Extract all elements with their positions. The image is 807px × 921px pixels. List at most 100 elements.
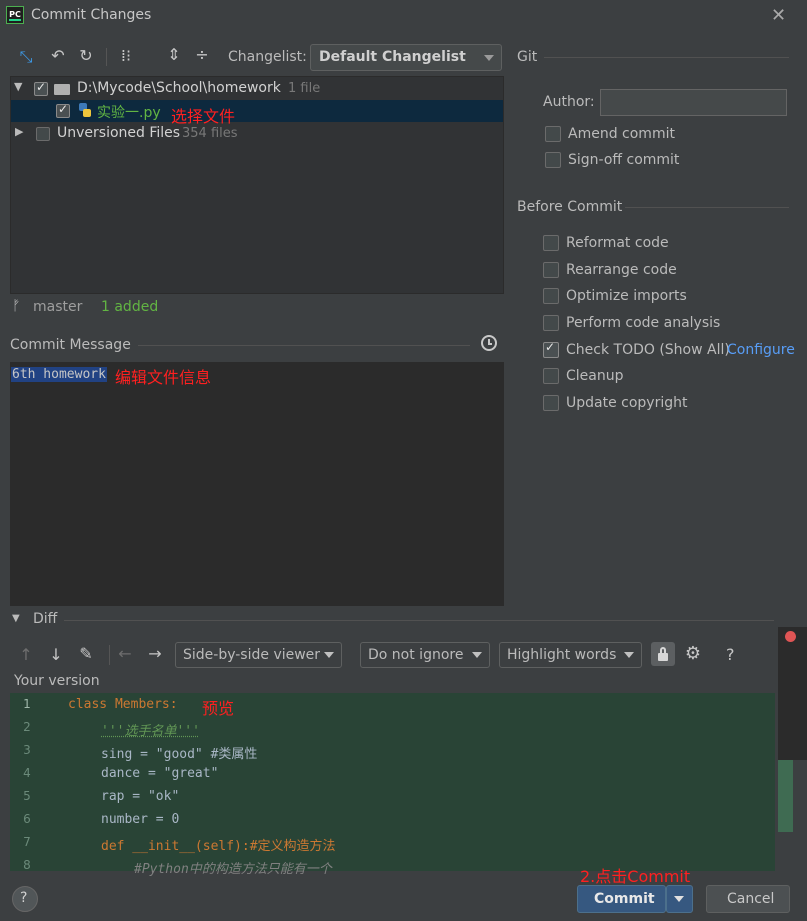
refresh-icon[interactable]: ↻ [76, 46, 96, 65]
viewer-value: Side-by-side viewer [183, 647, 321, 663]
check-todo-option[interactable]: Check TODO (Show All) Configure [542, 340, 802, 362]
chevron-down-icon [472, 652, 482, 658]
sign-off-option[interactable]: Sign-off commit [544, 150, 784, 172]
root-checkbox[interactable] [34, 80, 48, 96]
move-to-changelist-icon[interactable]: ⤡ [16, 47, 36, 67]
cleanup-option[interactable]: Cleanup [542, 366, 797, 388]
optimize-imports-label: Optimize imports [566, 288, 687, 304]
configure-todo-link[interactable]: Configure [727, 342, 795, 358]
code-analysis-label: Perform code analysis [566, 315, 721, 331]
window-title: Commit Changes [31, 7, 152, 23]
rearrange-code-option[interactable]: Rearrange code [542, 260, 797, 282]
commit-message-editor[interactable]: 6th homework 编辑文件信息 [10, 362, 504, 606]
sign-off-label: Sign-off commit [568, 152, 680, 168]
changes-summary: 1 added [101, 299, 159, 315]
collapse-all-icon[interactable]: ÷ [192, 45, 212, 64]
edit-source-icon[interactable]: ✎ [76, 644, 96, 663]
line-number: 1 [23, 697, 31, 711]
sign-off-checkbox[interactable] [545, 152, 561, 168]
forward-icon[interactable]: → [145, 644, 165, 663]
group-by-icon[interactable]: ⁞⁝ [116, 46, 136, 65]
line-number: 5 [23, 789, 31, 803]
line-number: 6 [23, 812, 31, 826]
commit-annotation: 2.点击Commit [580, 867, 691, 886]
cleanup-checkbox[interactable] [543, 368, 559, 384]
back-icon[interactable]: ← [115, 644, 135, 663]
diff-error-stripe[interactable] [778, 627, 807, 760]
lock-icon[interactable] [651, 642, 675, 666]
diff-help-icon[interactable]: ? [726, 645, 735, 664]
commit-label: Commit [594, 891, 655, 907]
check-todo-label: Check TODO (Show All) [566, 342, 730, 358]
changes-toolbar: ⤡ ↶ ↻ ⁞⁝ ⇕ ÷ [14, 45, 219, 69]
line-number-gutter: 1 2 3 4 5 6 7 8 [10, 693, 60, 872]
author-field[interactable] [600, 89, 787, 116]
unversioned-checkbox[interactable] [36, 127, 50, 141]
root-path: D:\Mycode\School\homework [77, 80, 281, 96]
previous-difference-icon[interactable]: ↑ [16, 645, 36, 664]
help-label: ? [20, 890, 28, 906]
cancel-label: Cancel [727, 891, 775, 907]
code-text: class Members: [68, 697, 178, 712]
rollback-icon[interactable]: ↶ [48, 46, 68, 65]
unversioned-count: 354 files [182, 126, 238, 141]
author-label: Author: [543, 94, 595, 110]
line-number: 2 [23, 720, 31, 734]
code-line-8: #Python中的构造方法只能有一个 [134, 862, 332, 877]
update-copyright-label: Update copyright [566, 395, 688, 411]
amend-commit-label: Amend commit [568, 126, 675, 142]
tree-row-file[interactable]: 实验一.py 选择文件 [11, 100, 503, 126]
code-line-1: class Members: [68, 697, 178, 712]
error-indicator-icon [785, 631, 796, 642]
chevron-down-icon [324, 652, 334, 658]
your-version-label: Your version [14, 673, 100, 689]
update-copyright-checkbox[interactable] [543, 395, 559, 411]
changelist-dropdown[interactable]: Default Changelist [310, 44, 502, 71]
code-analysis-checkbox[interactable] [543, 315, 559, 331]
code-line-6: number = 0 [101, 812, 180, 827]
root-file-count: 1 file [288, 81, 321, 96]
help-button[interactable]: ? [12, 886, 38, 912]
collapsed-arrow-icon[interactable]: ▶ [15, 125, 23, 138]
diff-scrollbar[interactable] [778, 760, 793, 832]
file-checkbox[interactable] [56, 102, 70, 118]
gear-icon[interactable]: ⚙ [683, 643, 703, 664]
branch-status: ᚠ master 1 added [12, 298, 312, 318]
highlight-dropdown[interactable]: Highlight words [499, 642, 642, 668]
python-file-icon [78, 103, 92, 118]
changes-tree: ▼ D:\Mycode\School\homework 1 file 实验一.p… [10, 76, 504, 294]
commit-message-label: Commit Message [10, 337, 131, 353]
line-number: 3 [23, 743, 31, 757]
amend-commit-checkbox[interactable] [545, 126, 561, 142]
update-copyright-option[interactable]: Update copyright [542, 393, 797, 415]
ignore-dropdown[interactable]: Do not ignore [360, 642, 490, 668]
check-todo-checkbox[interactable] [543, 340, 559, 358]
tree-row-root[interactable]: ▼ D:\Mycode\School\homework 1 file [11, 78, 503, 100]
changelist-label: Changelist: [228, 49, 307, 65]
code-line-4: dance = "great" [101, 766, 219, 781]
file-name: 实验一.py [97, 105, 161, 121]
tree-row-unversioned[interactable]: ▶ Unversioned Files 354 files [11, 123, 503, 145]
rearrange-code-checkbox[interactable] [543, 262, 559, 278]
amend-commit-option[interactable]: Amend commit [544, 124, 784, 146]
diff-section-toggle[interactable]: ▼ Diff [12, 611, 72, 629]
code-analysis-option[interactable]: Perform code analysis [542, 313, 797, 335]
commit-button[interactable]: Commit [577, 885, 666, 913]
diff-code-editor[interactable]: 1 2 3 4 5 6 7 8 class Members: 预览 '''选手名… [10, 693, 775, 877]
optimize-imports-checkbox[interactable] [543, 288, 559, 304]
commit-history-icon[interactable] [481, 335, 497, 351]
git-section-label: Git [517, 49, 538, 65]
reformat-code-checkbox[interactable] [543, 235, 559, 251]
expand-all-icon[interactable]: ⇕ [164, 45, 184, 64]
viewer-dropdown[interactable]: Side-by-side viewer [175, 642, 342, 668]
pycharm-logo-icon: PC [6, 6, 24, 24]
close-icon[interactable]: ✕ [771, 5, 786, 26]
reformat-code-option[interactable]: Reformat code [542, 233, 797, 255]
optimize-imports-option[interactable]: Optimize imports [542, 286, 797, 308]
branch-name[interactable]: master [33, 299, 82, 315]
next-difference-icon[interactable]: ↓ [46, 645, 66, 664]
commit-options-button[interactable] [666, 885, 693, 913]
folder-icon [54, 84, 70, 95]
cancel-button[interactable]: Cancel [706, 885, 790, 913]
expanded-arrow-icon[interactable]: ▼ [14, 80, 22, 93]
